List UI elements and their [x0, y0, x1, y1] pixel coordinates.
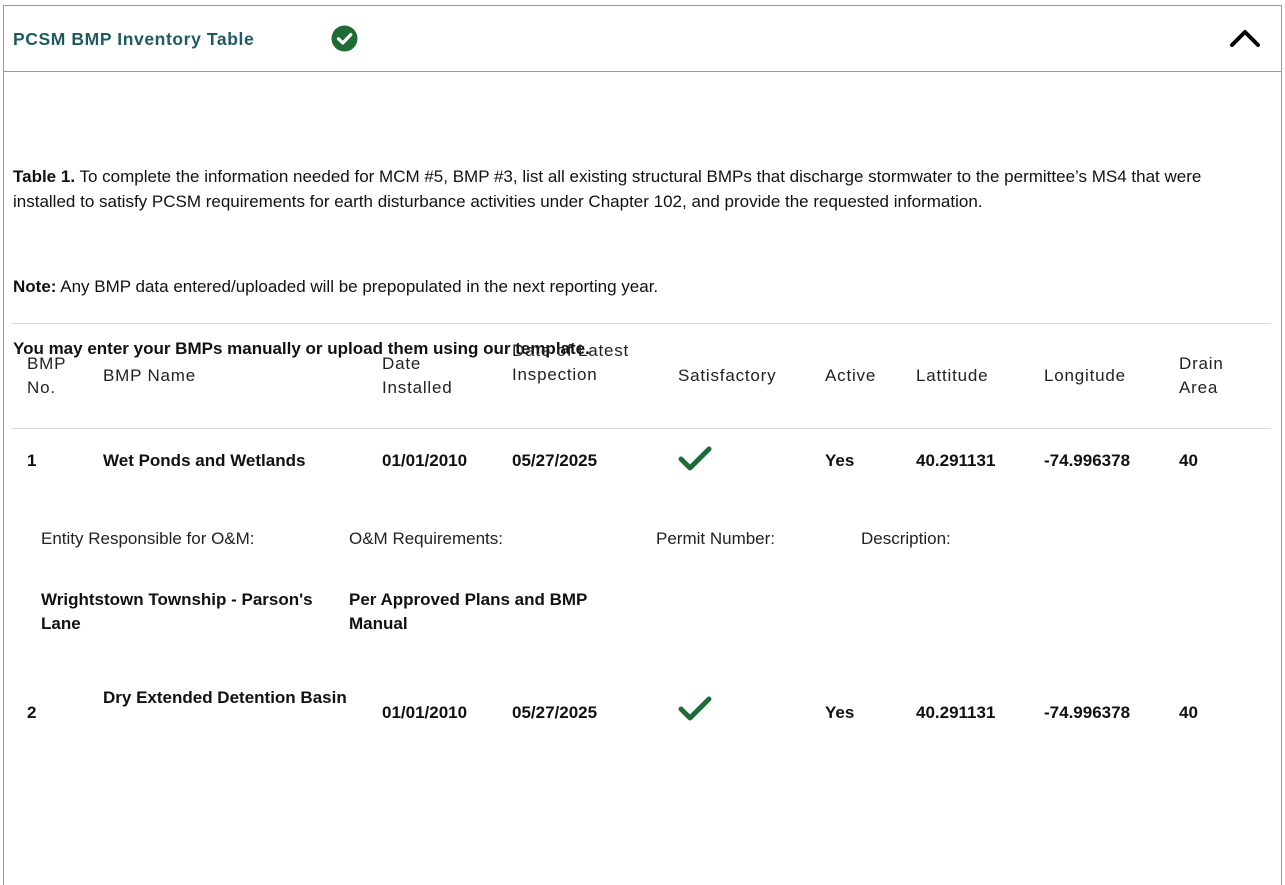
row-latitude: 40.291131 — [916, 703, 996, 722]
row-drain-area: 40 — [1179, 703, 1198, 722]
row-date-inspection: 05/27/2025 — [512, 703, 598, 722]
row-active: Yes — [825, 703, 855, 722]
header-active: Active — [825, 366, 877, 385]
checkmark-icon — [678, 446, 712, 472]
panel-title: PCSM BMP Inventory Table — [13, 29, 255, 49]
entity-value: Wrightstown Township - Parson's Lane — [41, 590, 313, 633]
header-drain-area: Drain Area — [1179, 354, 1224, 397]
row-date-inspection: 05/27/2025 — [512, 451, 598, 470]
entity-label: Entity Responsible for O&M: — [41, 529, 255, 548]
permit-number-label: Permit Number: — [656, 529, 776, 548]
row-date-installed: 01/01/2010 — [382, 703, 468, 722]
row-longitude: -74.996378 — [1044, 451, 1131, 470]
row-longitude: -74.996378 — [1044, 703, 1131, 722]
row-bmp-name: Wet Ponds and Wetlands — [103, 451, 306, 470]
note-label: Note: — [13, 277, 57, 296]
row-bmp-no: 1 — [27, 451, 37, 470]
panel-header[interactable]: PCSM BMP Inventory Table — [4, 6, 1281, 72]
header-satisfactory: Satisfactory — [678, 366, 777, 385]
description-label: Description: — [861, 529, 951, 548]
table-ref-text: To complete the information needed for M… — [13, 167, 1202, 211]
table-ref-label: Table 1. — [13, 167, 76, 186]
row-date-installed: 01/01/2010 — [382, 451, 468, 470]
row-bmp-name: Dry Extended Detention Basin — [103, 688, 347, 707]
chevron-up-icon — [1230, 30, 1260, 47]
bmp-inventory-panel: PCSM BMP Inventory Table Table 1. To com… — [3, 5, 1282, 885]
header-bmp-name: BMP Name — [103, 366, 197, 385]
row-drain-area: 40 — [1179, 451, 1198, 470]
table-top-rule — [11, 323, 1271, 324]
om-requirements-value: Per Approved Plans and BMP Manual — [349, 590, 588, 633]
header-bottom-rule — [11, 428, 1271, 429]
om-requirements-label: O&M Requirements: — [349, 529, 503, 548]
note: Note: Any BMP data entered/uploaded will… — [13, 274, 1253, 299]
header-date-installed: Date Installed — [382, 354, 453, 397]
collapse-button[interactable] — [1227, 24, 1263, 52]
note-text: Any BMP data entered/uploaded will be pr… — [56, 277, 659, 296]
header-date-inspection: Date of Latest Inspection — [512, 341, 630, 384]
header-longitude: Longitude — [1044, 366, 1126, 385]
row-active: Yes — [825, 451, 855, 470]
checkmark-icon — [678, 696, 712, 722]
header-latitude: Lattitude — [916, 366, 989, 385]
upload-prompt: You may enter your BMPs manually or uplo… — [13, 339, 590, 358]
row-bmp-no: 2 — [27, 703, 37, 722]
header-bmp-no: BMP No. — [27, 354, 66, 397]
row-latitude: 40.291131 — [916, 451, 996, 470]
check-circle-icon — [331, 25, 358, 52]
table-description: Table 1. To complete the information nee… — [13, 164, 1253, 214]
